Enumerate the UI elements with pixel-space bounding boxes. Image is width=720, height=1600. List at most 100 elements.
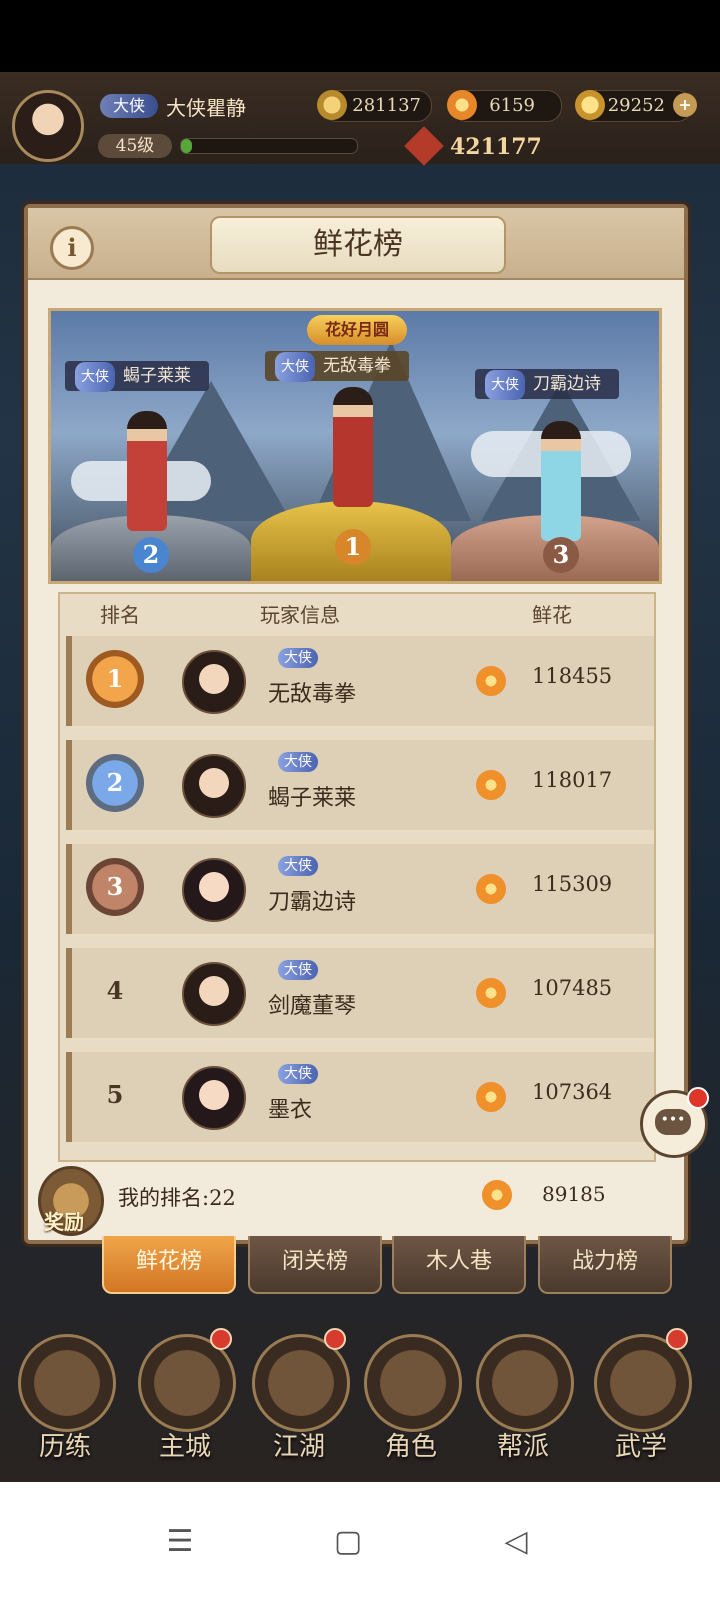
rank-2-medal-icon: 2 (133, 537, 169, 573)
second-place-nameplate: 大侠 蝎子莱莱 (65, 361, 209, 392)
player-avatar[interactable] (12, 90, 84, 162)
tab-seclusion-ranking[interactable]: 闭关榜 (248, 1236, 382, 1294)
nav-jianghu[interactable]: 江湖 (244, 1326, 354, 1476)
avatar[interactable] (182, 962, 246, 1026)
panel-title: 鲜花榜 (210, 216, 506, 274)
ranking-table: 排名 玩家信息 鲜花 1 大侠 无敌毒拳 118455 2 大侠 蝎子莱莱 11… (58, 592, 656, 1162)
power-display: 421177 (404, 126, 590, 166)
flower-count: 118017 (532, 768, 613, 792)
avatar[interactable] (182, 650, 246, 714)
first-place-nameplate: 大侠 无敌毒拳 (265, 351, 409, 382)
nav-label: 江湖 (272, 1432, 325, 1462)
table-row[interactable]: 5 大侠 墨衣 107364 (66, 1052, 654, 1142)
player-name: 剑魔董琴 (268, 994, 357, 1019)
first-place-character[interactable] (333, 387, 373, 507)
flower-icon (476, 1082, 506, 1112)
status-bar (0, 0, 720, 72)
second-place-character[interactable] (127, 411, 167, 531)
tab-wooden-lane[interactable]: 木人巷 (392, 1236, 526, 1294)
third-place-name: 刀霸边诗 (533, 374, 601, 394)
menu-icon[interactable]: ☰ (160, 1522, 200, 1562)
ingot-counter: 29252 + (575, 90, 697, 122)
training-icon (18, 1334, 116, 1432)
tab-power-ranking[interactable]: 战力榜 (538, 1236, 672, 1294)
guild-icon (476, 1334, 574, 1432)
coin-icon (317, 90, 347, 120)
flower-count: 107485 (532, 976, 613, 1000)
third-place-tag: 大侠 (485, 370, 525, 400)
notification-dot (687, 1087, 709, 1109)
second-place-name: 蝎子莱莱 (123, 366, 191, 386)
tab-flower-ranking[interactable]: 鲜花榜 (102, 1236, 236, 1294)
flower-icon (447, 90, 477, 120)
avatar[interactable] (182, 858, 246, 922)
nav-guild[interactable]: 帮派 (468, 1326, 578, 1476)
player-name: 蝎子莱莱 (268, 786, 357, 811)
power-value: 421177 (450, 134, 542, 160)
rank-1-medal-icon: 1 (86, 650, 144, 708)
home-icon[interactable]: ▢ (328, 1522, 368, 1562)
rank-2-medal-icon: 2 (86, 754, 144, 812)
nav-training[interactable]: 历练 (10, 1326, 120, 1476)
coin-counter: 281137 (317, 90, 432, 122)
ingot-icon (575, 90, 605, 120)
nav-label: 武学 (614, 1432, 667, 1462)
notification-dot (210, 1328, 232, 1350)
add-ingot-icon[interactable]: + (673, 93, 697, 117)
title-badge: 大侠 (278, 752, 318, 772)
flower-ranking-panel: i 鲜花榜 花好月圆 大侠 蝎子莱莱 大侠 无敌毒拳 大侠 刀霸边诗 2 1 3 排名 (24, 204, 688, 1244)
info-icon[interactable]: i (50, 226, 94, 270)
rank-number: 4 (106, 976, 124, 1005)
nav-label: 帮派 (496, 1432, 549, 1462)
table-row[interactable]: 1 大侠 无敌毒拳 118455 (66, 636, 654, 726)
my-ranking-bar: 奖励 我的排名:22 89185 (28, 1158, 684, 1236)
nav-main-city[interactable]: 主城 (130, 1326, 240, 1476)
chat-button[interactable]: ••• (640, 1087, 709, 1158)
flower-count: 118455 (532, 664, 613, 688)
nav-label: 角色 (384, 1432, 437, 1462)
first-place-name: 无敌毒拳 (323, 356, 391, 376)
header-player-info: 玩家信息 (260, 603, 340, 627)
player-level: 45级 (98, 134, 172, 158)
table-row[interactable]: 2 大侠 蝎子莱莱 118017 (66, 740, 654, 830)
flower-value: 6159 (489, 95, 535, 116)
coin-value: 281137 (352, 95, 421, 116)
flower-icon (482, 1180, 512, 1210)
table-row[interactable]: 3 大侠 刀霸边诗 115309 (66, 844, 654, 934)
exp-bar-fill (181, 139, 192, 153)
second-place-tag: 大侠 (75, 362, 115, 392)
player-name: 无敌毒拳 (268, 682, 357, 707)
panel-header: i 鲜花榜 (28, 208, 684, 280)
table-header: 排名 玩家信息 鲜花 (60, 594, 654, 636)
third-place-character[interactable] (541, 421, 581, 541)
nav-label: 历练 (38, 1432, 91, 1462)
character-icon (364, 1334, 462, 1432)
flower-count: 115309 (532, 872, 613, 896)
avatar[interactable] (182, 1066, 246, 1130)
system-navigation-bar: ☰ ▢ ◁ (0, 1482, 720, 1600)
rank-3-medal-icon: 3 (86, 858, 144, 916)
header-rank: 排名 (100, 603, 140, 627)
nav-character[interactable]: 角色 (356, 1326, 466, 1476)
back-icon[interactable]: ◁ (496, 1522, 536, 1562)
avatar[interactable] (182, 754, 246, 818)
table-row[interactable]: 4 大侠 剑魔董琴 107485 (66, 948, 654, 1038)
player-name: 墨衣 (268, 1098, 313, 1123)
nav-label: 主城 (158, 1432, 211, 1462)
my-flower-count: 89185 (542, 1182, 606, 1206)
flower-icon (476, 874, 506, 904)
first-place-tag: 大侠 (275, 352, 315, 382)
player-title-tag: 大侠 (100, 94, 158, 118)
top-hud: 大侠 大侠瞿静 45级 281137 6159 29252 + 421177 (0, 72, 720, 166)
flower-icon (476, 770, 506, 800)
event-logo: 花好月圆 (307, 315, 407, 345)
ingot-value: 29252 (607, 95, 665, 116)
my-rank: 我的排名:22 (118, 1186, 236, 1210)
bottom-game-nav: 历练 主城 江湖 角色 帮派 武学 (0, 1326, 720, 1482)
nav-martial-arts[interactable]: 武学 (586, 1326, 696, 1476)
rank-1-medal-icon: 1 (335, 529, 371, 565)
title-badge: 大侠 (278, 648, 318, 668)
notification-dot (324, 1328, 346, 1350)
reward-label[interactable]: 奖励 (44, 1206, 84, 1235)
flower-icon (476, 978, 506, 1008)
